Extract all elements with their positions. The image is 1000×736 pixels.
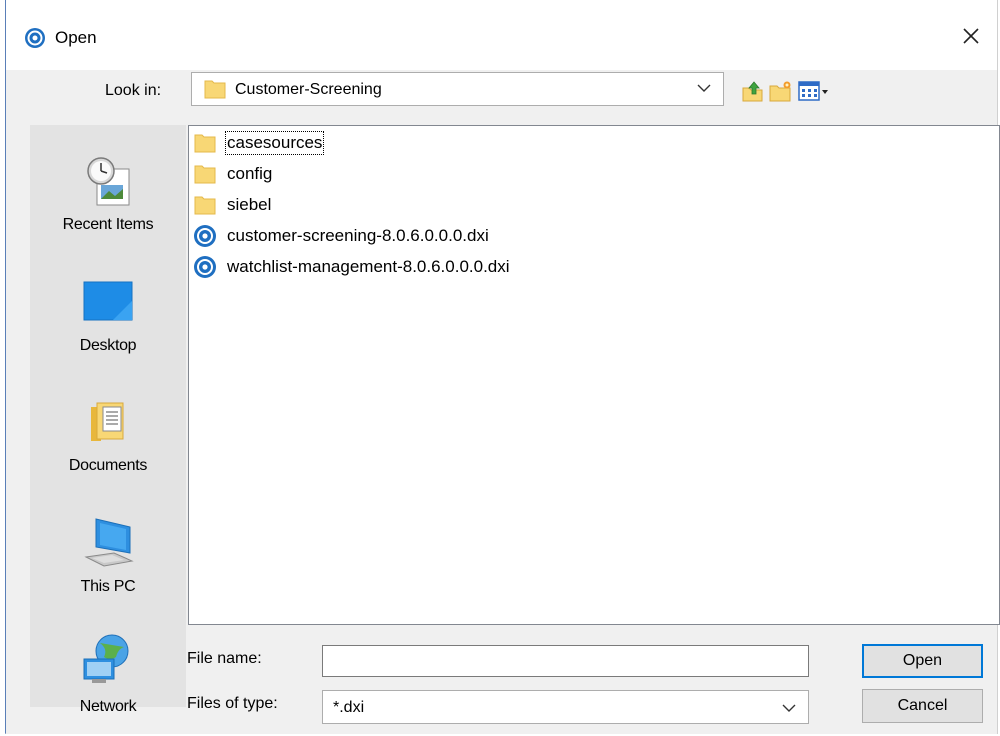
folder-icon xyxy=(204,80,226,99)
files-of-type-value: *.dxi xyxy=(333,699,365,716)
window-title: Open xyxy=(55,28,97,47)
title-bar: Open xyxy=(6,0,997,70)
place-recent-items[interactable]: Recent Items xyxy=(30,135,186,245)
place-label: Recent Items xyxy=(62,216,154,233)
file-item-siebel[interactable]: siebel xyxy=(192,191,271,219)
file-name-input[interactable] xyxy=(322,645,809,677)
network-icon xyxy=(83,634,129,683)
file-name: siebel xyxy=(227,195,272,214)
file-item-casesources[interactable]: casesources xyxy=(192,129,325,157)
this-pc-icon xyxy=(84,518,134,567)
dxi-file-icon xyxy=(194,256,216,278)
app-icon xyxy=(25,28,45,48)
place-label: Desktop xyxy=(79,337,137,354)
places-bar: Recent Items Desktop Documents This PC N… xyxy=(30,125,186,715)
recent-items-icon xyxy=(87,157,130,206)
cancel-button[interactable]: Cancel xyxy=(862,689,983,723)
open-button[interactable]: Open xyxy=(862,644,983,678)
view-menu-icon[interactable] xyxy=(798,80,830,102)
files-of-type-label: Files of type: xyxy=(187,695,278,712)
up-one-level-icon[interactable] xyxy=(741,80,765,102)
close-icon[interactable] xyxy=(957,22,985,50)
documents-icon xyxy=(91,402,124,441)
file-name: config xyxy=(227,164,273,183)
files-of-type-dropdown[interactable]: *.dxi xyxy=(322,690,809,724)
chevron-down-icon xyxy=(697,84,711,92)
place-label: Network xyxy=(79,698,137,715)
place-documents[interactable]: Documents xyxy=(30,375,186,485)
file-item-config[interactable]: config xyxy=(192,160,272,188)
place-label: This PC xyxy=(80,578,136,595)
file-item-watchlist-management[interactable]: watchlist-management-8.0.6.0.0.0.dxi xyxy=(192,253,510,281)
file-name: casesources xyxy=(224,131,325,155)
file-name-label: File name: xyxy=(187,650,262,667)
place-this-pc[interactable]: This PC xyxy=(30,495,186,605)
file-list[interactable]: casesources config siebel customer-scree… xyxy=(188,125,1000,625)
chevron-down-icon xyxy=(782,704,796,712)
folder-icon xyxy=(194,165,216,184)
file-item-customer-screening[interactable]: customer-screening-8.0.6.0.0.0.dxi xyxy=(192,222,489,250)
place-desktop[interactable]: Desktop xyxy=(30,255,186,365)
look-in-label: Look in: xyxy=(105,82,162,99)
dialog-body: Look in: Customer-Screening Recent Items… xyxy=(6,70,1000,734)
place-label: Documents xyxy=(68,457,148,474)
look-in-dropdown[interactable]: Customer-Screening xyxy=(191,72,724,106)
file-name: customer-screening-8.0.6.0.0.0.dxi xyxy=(227,226,489,245)
dxi-file-icon xyxy=(194,225,216,247)
desktop-icon xyxy=(83,281,133,321)
folder-icon xyxy=(194,196,216,215)
place-network[interactable]: Network xyxy=(30,615,186,725)
look-in-value: Customer-Screening xyxy=(235,81,382,98)
open-dialog: Open Look in: Customer-Screening Recent … xyxy=(5,0,1000,734)
file-name: watchlist-management-8.0.6.0.0.0.dxi xyxy=(227,257,510,276)
folder-icon xyxy=(194,134,216,153)
new-folder-icon[interactable] xyxy=(768,80,792,102)
